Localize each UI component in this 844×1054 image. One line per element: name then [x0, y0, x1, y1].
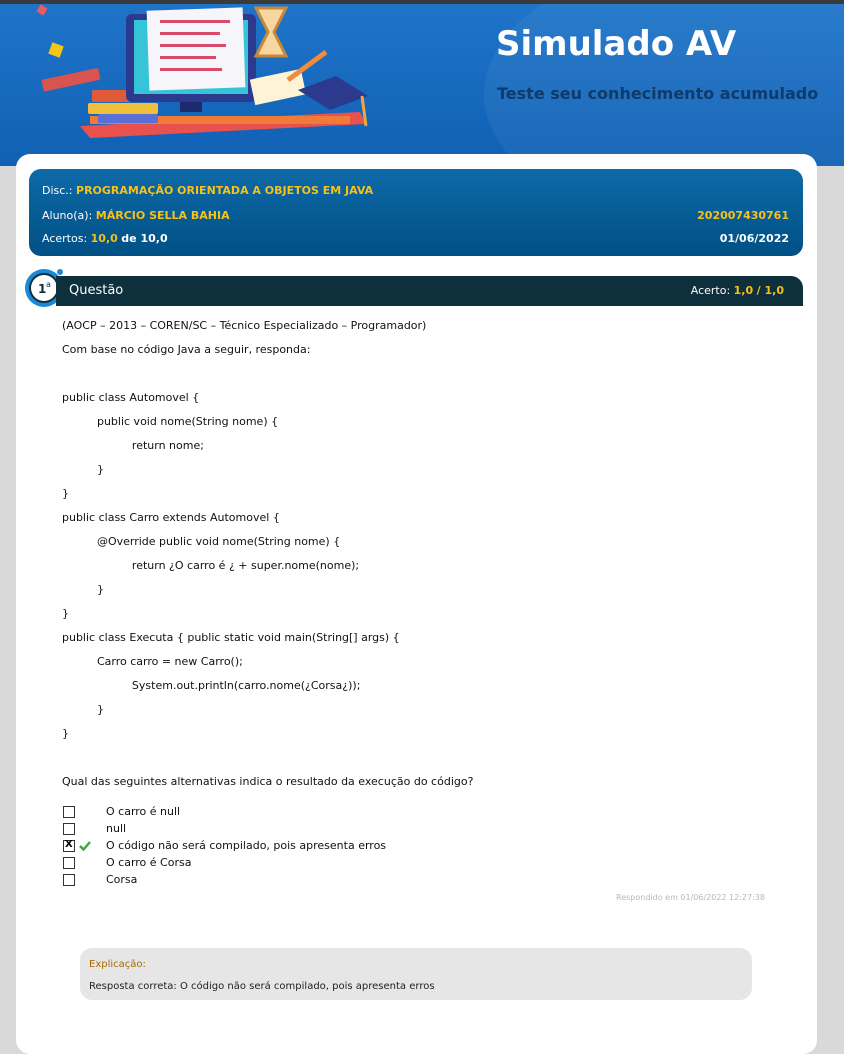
option-checkbox-checked[interactable] — [63, 839, 75, 852]
score-label: Acertos: — [42, 232, 88, 245]
code-line: return ¿O carro é ¿ + super.nome(nome); — [62, 559, 360, 572]
question-prompt: Com base no código Java a seguir, respon… — [62, 343, 311, 356]
code-line: Carro carro = new Carro(); — [62, 655, 243, 668]
code-line: return nome; — [62, 439, 204, 452]
code-line: public class Automovel { — [62, 391, 200, 404]
question-number-sup: a — [46, 280, 51, 289]
option-label: Corsa — [106, 873, 138, 886]
student-label: Aluno(a): — [42, 209, 93, 222]
option-checkbox[interactable] — [63, 823, 75, 835]
answered-timestamp: Respondido em 01/06/2022 12:27:38 — [616, 893, 765, 902]
option-label: null — [106, 822, 127, 835]
page-subtitle: Teste seu conhecimento acumulado — [497, 84, 819, 103]
code-line: @Override public void nome(String nome) … — [62, 535, 341, 548]
code-line: } — [62, 583, 104, 596]
option-checkbox[interactable] — [63, 857, 75, 869]
exam-date: 01/06/2022 — [719, 232, 789, 245]
registration-number: 202007430761 — [697, 209, 789, 222]
option-checkbox[interactable] — [63, 806, 75, 818]
option-label: O carro é null — [106, 805, 181, 818]
explanation-text: Resposta correta: O código não será comp… — [89, 981, 435, 992]
code-line: System.out.println(carro.nome(¿Corsa¿)); — [62, 679, 361, 692]
code-line: } — [62, 727, 69, 740]
explanation-title: Explicação: — [89, 959, 146, 970]
code-line: } — [62, 703, 104, 716]
code-line: } — [62, 487, 69, 500]
header-banner: Simulado AV Teste seu conhecimento acumu… — [0, 4, 844, 166]
question-source: (AOCP – 2013 – COREN/SC – Técnico Especi… — [62, 319, 427, 332]
code-line: public class Carro extends Automovel { — [62, 511, 280, 524]
discipline-label: Disc.: — [42, 184, 73, 197]
page-title: Simulado AV — [496, 24, 737, 64]
question-header-bar: Questão Acerto: 1,0 / 1,0 — [56, 276, 803, 306]
code-line: public class Executa { public static voi… — [62, 631, 400, 644]
option-label: O código não será compilado, pois aprese… — [106, 839, 387, 852]
question-score: Acerto: 1,0 / 1,0 — [690, 284, 784, 297]
correct-check-icon — [79, 841, 91, 852]
code-line: } — [62, 463, 104, 476]
discipline-value: PROGRAMAÇÃO ORIENTADA A OBJETOS EM JAVA — [76, 184, 374, 197]
option-checkbox[interactable] — [63, 874, 75, 886]
score-value: 10,0 — [90, 232, 118, 245]
explanation-box: Explicação: Resposta correta: O código n… — [80, 948, 752, 1000]
score-total: de 10,0 — [121, 232, 168, 245]
code-line: } — [62, 607, 69, 620]
exam-card: Disc.: PROGRAMAÇÃO ORIENTADA A OBJETOS E… — [16, 154, 817, 1054]
question-label: Questão — [69, 283, 124, 298]
student-info-panel: Disc.: PROGRAMAÇÃO ORIENTADA A OBJETOS E… — [29, 169, 803, 256]
student-name: MÁRCIO SELLA BAHIA — [95, 209, 230, 222]
option-label: O carro é Corsa — [106, 856, 192, 869]
code-line: public void nome(String nome) { — [62, 415, 279, 428]
study-illustration-icon — [36, 4, 368, 138]
question-stem: Qual das seguintes alternativas indica o… — [62, 775, 474, 788]
